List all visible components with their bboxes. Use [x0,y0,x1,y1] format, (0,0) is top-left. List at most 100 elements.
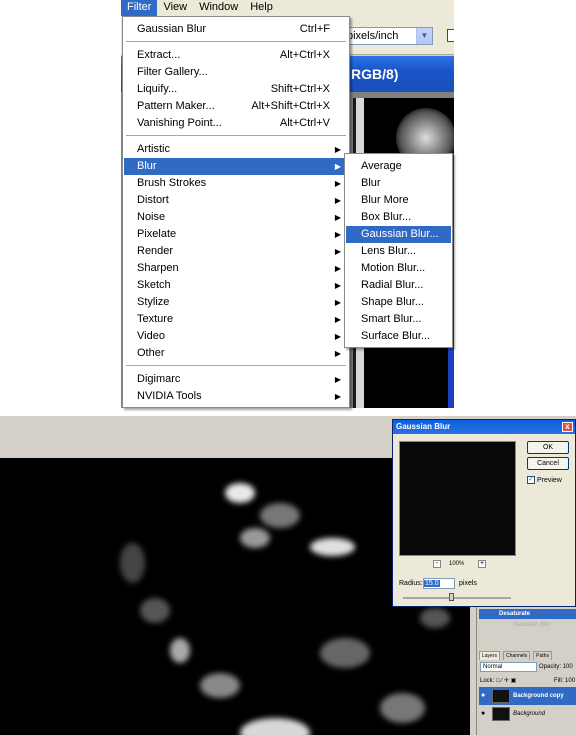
blur-item-gaussian-blur[interactable]: Gaussian Blur... [346,226,451,243]
filter-menu-item-video[interactable]: Video ▶ [124,328,348,345]
radius-slider-thumb[interactable] [449,593,454,601]
filter-menu-item-vanishing-point[interactable]: Vanishing Point... Alt+Ctrl+V [124,115,348,132]
filter-menu-item-stylize[interactable]: Stylize ▶ [124,294,348,311]
blur-item-blur[interactable]: Blur [346,175,451,192]
highlight-blob [200,673,240,698]
highlight-blob [120,543,145,583]
filter-menu-item-texture[interactable]: Texture ▶ [124,311,348,328]
opacity-value: 100 [562,664,573,670]
fill-field[interactable]: Fill: 100 [554,676,575,686]
filter-menu-item-label: Digimarc [137,373,181,385]
blur-item-lens-blur[interactable]: Lens Blur... [346,243,451,260]
layer-row-background[interactable]: ● Background [479,705,576,723]
radius-input[interactable]: 15.0 [423,578,455,589]
blur-item-average[interactable]: Average [346,158,451,175]
layer-name: Background copy [513,693,564,699]
opacity-field[interactable]: Opacity: 100 [539,662,573,672]
filter-menu-item-liquify[interactable]: Liquify... Shift+Ctrl+X [124,81,348,98]
gaussian-blur-dialog: Gaussian Blur x OK Cancel ✓ Preview - 10… [392,419,576,607]
blur-item-motion-blur[interactable]: Motion Blur... [346,260,451,277]
ok-button[interactable]: OK [527,441,569,454]
filter-menu-item-label: Texture [137,313,174,325]
submenu-arrow-icon: ▶ [334,247,341,256]
submenu-arrow-icon: ▶ [334,230,341,239]
filter-menu-item-render[interactable]: Render ▶ [124,243,348,260]
submenu-arrow-icon: ▶ [334,179,341,188]
filter-menu-item-label: Liquify... [137,83,178,95]
layer-name: Background [513,711,546,717]
filter-menu-item-sketch[interactable]: Sketch ▶ [124,277,348,294]
tab-paths[interactable]: Paths [533,651,552,660]
filter-menu-item-nvidia-tools[interactable]: NVIDIA Tools ▶ [124,388,348,405]
history-item-desaturate[interactable]: Desaturate [479,609,576,619]
layers-panel: Desaturate Gaussian Blur Layers Channels… [476,607,576,735]
menu-separator [126,41,346,42]
menu-help[interactable]: Help [244,0,279,16]
dialog-title-bar[interactable]: Gaussian Blur x [393,420,575,434]
filter-menu-item-label: Gaussian Blur [137,23,207,35]
menu-window[interactable]: Window [193,0,244,16]
checkmark-icon[interactable]: ✓ [527,476,535,485]
blur-item-surface-blur[interactable]: Surface Blur... [346,328,451,345]
blur-preview-pane[interactable] [399,441,516,556]
filter-menu-item-label: Extract... [137,49,181,61]
highlight-blob [420,608,450,628]
units-select[interactable]: pixels/inch ▼ [343,27,433,45]
cancel-button[interactable]: Cancel [527,457,569,470]
blur-item-smart-blur[interactable]: Smart Blur... [346,311,451,328]
highlight-blob [240,718,310,735]
filter-menu-item-sharpen[interactable]: Sharpen ▶ [124,260,348,277]
highlight-blob [260,503,300,528]
zoom-out-icon[interactable]: - [433,560,441,568]
blur-item-shape-blur[interactable]: Shape Blur... [346,294,451,311]
highlight-blob [225,483,255,503]
filter-menu-item-label: NVIDIA Tools [137,390,202,402]
lock-label: Lock: [480,678,495,684]
filter-menu-item-last-filter[interactable]: Gaussian Blur Ctrl+F [124,21,348,38]
eye-icon[interactable]: ● [481,705,485,723]
layer-row-background-copy[interactable]: ● Background copy [479,687,576,705]
tab-channels[interactable]: Channels [503,651,531,660]
menu-view[interactable]: View [157,0,193,16]
blur-item-blur-more[interactable]: Blur More [346,192,451,209]
blur-item-radial-blur[interactable]: Radial Blur... [346,277,451,294]
filter-menu-item-label: Pixelate [137,228,177,240]
preview-checkbox[interactable]: ✓ Preview [527,476,562,486]
filter-menu-item-label: Pattern Maker... [137,100,215,112]
filter-menu-item-filter-gallery[interactable]: Filter Gallery... [124,64,348,81]
document-title: RGB/8) [351,66,399,82]
tab-layers[interactable]: Layers [479,651,501,660]
radius-slider-track[interactable] [403,597,511,599]
blur-submenu: Average Blur Blur More Box Blur... Gauss… [344,153,453,348]
radius-unit: pixels [459,580,477,587]
highlight-blob [140,598,170,623]
filter-menu-item-digimarc[interactable]: Digimarc ▶ [124,371,348,388]
close-icon[interactable]: x [562,422,573,432]
filter-menu-item-label: Sketch [137,279,171,291]
filter-menu-item-noise[interactable]: Noise ▶ [124,209,348,226]
eye-icon[interactable]: ● [481,687,485,705]
history-item-gaussian-blur[interactable]: Gaussian Blur [479,620,576,630]
filter-menu-item-brush-strokes[interactable]: Brush Strokes ▶ [124,175,348,192]
zoom-in-icon[interactable]: + [478,560,486,568]
units-select-value: pixels/inch [347,30,399,42]
filter-menu-shortcut: Ctrl+F [299,23,330,35]
filter-menu-item-distort[interactable]: Distort ▶ [124,192,348,209]
lock-controls[interactable]: Lock: □ ⁄ ✛ ▣ [480,676,516,686]
filter-menu-item-pattern-maker[interactable]: Pattern Maker... Alt+Shift+Ctrl+X [124,98,348,115]
screenshot-root: Filter View Window Help pixels/inch ▼ RG… [0,0,576,735]
fill-label: Fill: [554,678,564,684]
options-checkbox[interactable] [447,29,454,42]
filter-menu-item-label: Filter Gallery... [137,66,208,78]
blend-mode-select[interactable]: Normal [480,662,537,672]
filter-menu-item-extract[interactable]: Extract... Alt+Ctrl+X [124,47,348,64]
menu-filter[interactable]: Filter [121,0,158,16]
filter-menu-item-blur[interactable]: Blur ▶ [124,158,348,175]
menu-bar: Filter View Window Help [121,0,454,16]
filter-menu-item-pixelate[interactable]: Pixelate ▶ [124,226,348,243]
filter-menu-item-other[interactable]: Other ▶ [124,345,348,362]
blur-item-box-blur[interactable]: Box Blur... [346,209,451,226]
filter-menu-item-artistic[interactable]: Artistic ▶ [124,141,348,158]
lock-icon[interactable]: □ ⁄ ✛ ▣ [496,678,516,684]
chevron-down-icon[interactable]: ▼ [416,28,432,44]
